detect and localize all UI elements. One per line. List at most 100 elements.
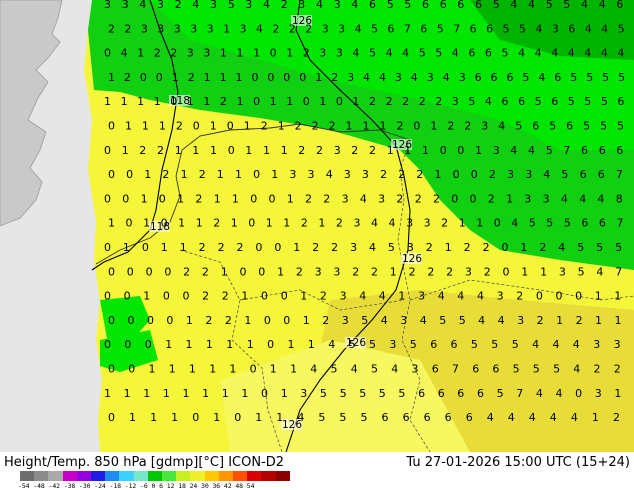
scale-swatch xyxy=(247,471,262,481)
temperature-value: 0 xyxy=(122,192,129,205)
temperature-value: 1 xyxy=(293,241,300,254)
temperature-value: 2 xyxy=(218,241,225,254)
temperature-value: 1 xyxy=(122,144,129,157)
temperature-value: 0 xyxy=(536,290,543,303)
scale-swatch xyxy=(62,471,77,481)
temperature-value: 5 xyxy=(546,144,553,157)
temperature-value: 4 xyxy=(498,314,505,327)
temperature-value: 1 xyxy=(614,387,621,400)
temperature-value: 4 xyxy=(263,0,270,11)
temperature-value: 4 xyxy=(477,290,484,303)
temperature-value: 1 xyxy=(363,120,370,133)
temperature-value: 1 xyxy=(247,338,254,351)
scale-swatch xyxy=(204,471,219,481)
temperature-value: 5 xyxy=(546,217,553,230)
temperature-value: 7 xyxy=(563,144,570,157)
temperature-value: 1 xyxy=(210,120,217,133)
temperature-value: 3 xyxy=(595,387,602,400)
temperature-value: 1 xyxy=(445,241,452,254)
temperature-value: 4 xyxy=(550,411,557,424)
temperature-value: 3 xyxy=(322,22,329,35)
temperature-value: 1 xyxy=(398,290,405,303)
temperature-value: 5 xyxy=(493,0,500,11)
temperature-value: 0 xyxy=(471,168,478,181)
temperature-value: 1 xyxy=(183,387,190,400)
temperature-value: 5 xyxy=(584,95,591,108)
temperature-value: 4 xyxy=(529,411,536,424)
temperature-value: 4 xyxy=(256,22,263,35)
temperature-value: 4 xyxy=(538,71,545,84)
temperature-value: 1 xyxy=(217,168,224,181)
temperature-value: 3 xyxy=(340,290,347,303)
temperature-value: 3 xyxy=(407,241,414,254)
temperature-value: 1 xyxy=(308,338,315,351)
temperature-value: 5 xyxy=(549,120,556,133)
temperature-value: 6 xyxy=(430,338,437,351)
temperature-value: 0 xyxy=(274,241,281,254)
temperature-value: 4 xyxy=(556,387,563,400)
temperature-value: 5 xyxy=(410,338,417,351)
temperature-value: 0 xyxy=(170,95,177,108)
temperature-value: 4 xyxy=(528,144,535,157)
temperature-value: 2 xyxy=(261,120,268,133)
temperature-value: 3 xyxy=(207,22,214,35)
temperature-value: 7 xyxy=(516,387,523,400)
temperature-value: 3 xyxy=(174,22,181,35)
temperature-value: 1 xyxy=(222,387,229,400)
temperature-value: 0 xyxy=(252,71,259,84)
temperature-value: 5 xyxy=(318,411,325,424)
temperature-value: 7 xyxy=(404,22,411,35)
temperature-value: 2 xyxy=(331,71,338,84)
temperature-value: 5 xyxy=(529,217,536,230)
temperature-value: 1 xyxy=(595,290,602,303)
temperature-value: 5 xyxy=(419,47,426,60)
temperature-value: 2 xyxy=(272,22,279,35)
temperature-value: 5 xyxy=(369,338,376,351)
temperature-value: 6 xyxy=(382,411,389,424)
temperature-value: 1 xyxy=(380,120,387,133)
scale-swatch xyxy=(275,471,290,481)
temperature-value: 0 xyxy=(124,338,131,351)
temperature-value: 2 xyxy=(162,168,169,181)
temperature-value: 3 xyxy=(334,0,341,11)
map-title: Height/Temp. 850 hPa [gdmp][°C] ICON-D2 xyxy=(4,455,285,470)
temperature-value: 5 xyxy=(437,22,444,35)
temperature-value: 5 xyxy=(570,71,577,84)
temperature-value: 5 xyxy=(600,120,607,133)
weather-map[interactable]: 126118126118126126126 334324353423434655… xyxy=(0,0,634,452)
temperature-value: 1 xyxy=(277,265,284,278)
temperature-value: 6 xyxy=(518,95,525,108)
temperature-value: 3 xyxy=(614,338,621,351)
temperature-value: 2 xyxy=(175,0,182,11)
temperature-value: 0 xyxy=(163,290,170,303)
temperature-value: 5 xyxy=(615,241,622,254)
temperature-value: 6 xyxy=(470,22,477,35)
temperature-value: 1 xyxy=(303,314,310,327)
temperature-value: 0 xyxy=(457,144,464,157)
temperature-value: 1 xyxy=(181,168,188,181)
temperature-value: 3 xyxy=(157,22,164,35)
temperature-value: 1 xyxy=(129,411,136,424)
temperature-value: 2 xyxy=(613,411,620,424)
temperature-value: 4 xyxy=(351,0,358,11)
temperature-value: 4 xyxy=(420,314,427,327)
temperature-value: 5 xyxy=(468,95,475,108)
temperature-value: 5 xyxy=(398,387,405,400)
temperature-value: 3 xyxy=(157,0,164,11)
temperature-value: 1 xyxy=(387,144,394,157)
temperature-value: 3 xyxy=(338,22,345,35)
valid-time: Tu 27-01-2026 15:00 UTC (15+24) xyxy=(406,455,630,470)
temperature-value: 6 xyxy=(422,0,429,11)
temperature-value: 4 xyxy=(363,71,370,84)
scale-swatch xyxy=(162,471,177,481)
temperature-value: 4 xyxy=(352,47,359,60)
temperature-value: 2 xyxy=(301,217,308,230)
temperature-value: 1 xyxy=(615,314,622,327)
temperature-value: 1 xyxy=(124,387,131,400)
temperature-value: 4 xyxy=(457,290,464,303)
temperature-value: 2 xyxy=(488,192,495,205)
temperature-value: 3 xyxy=(122,0,129,11)
temperature-value: 2 xyxy=(323,192,330,205)
temperature-value: 7 xyxy=(616,168,623,181)
temperature-value: 7 xyxy=(617,217,624,230)
